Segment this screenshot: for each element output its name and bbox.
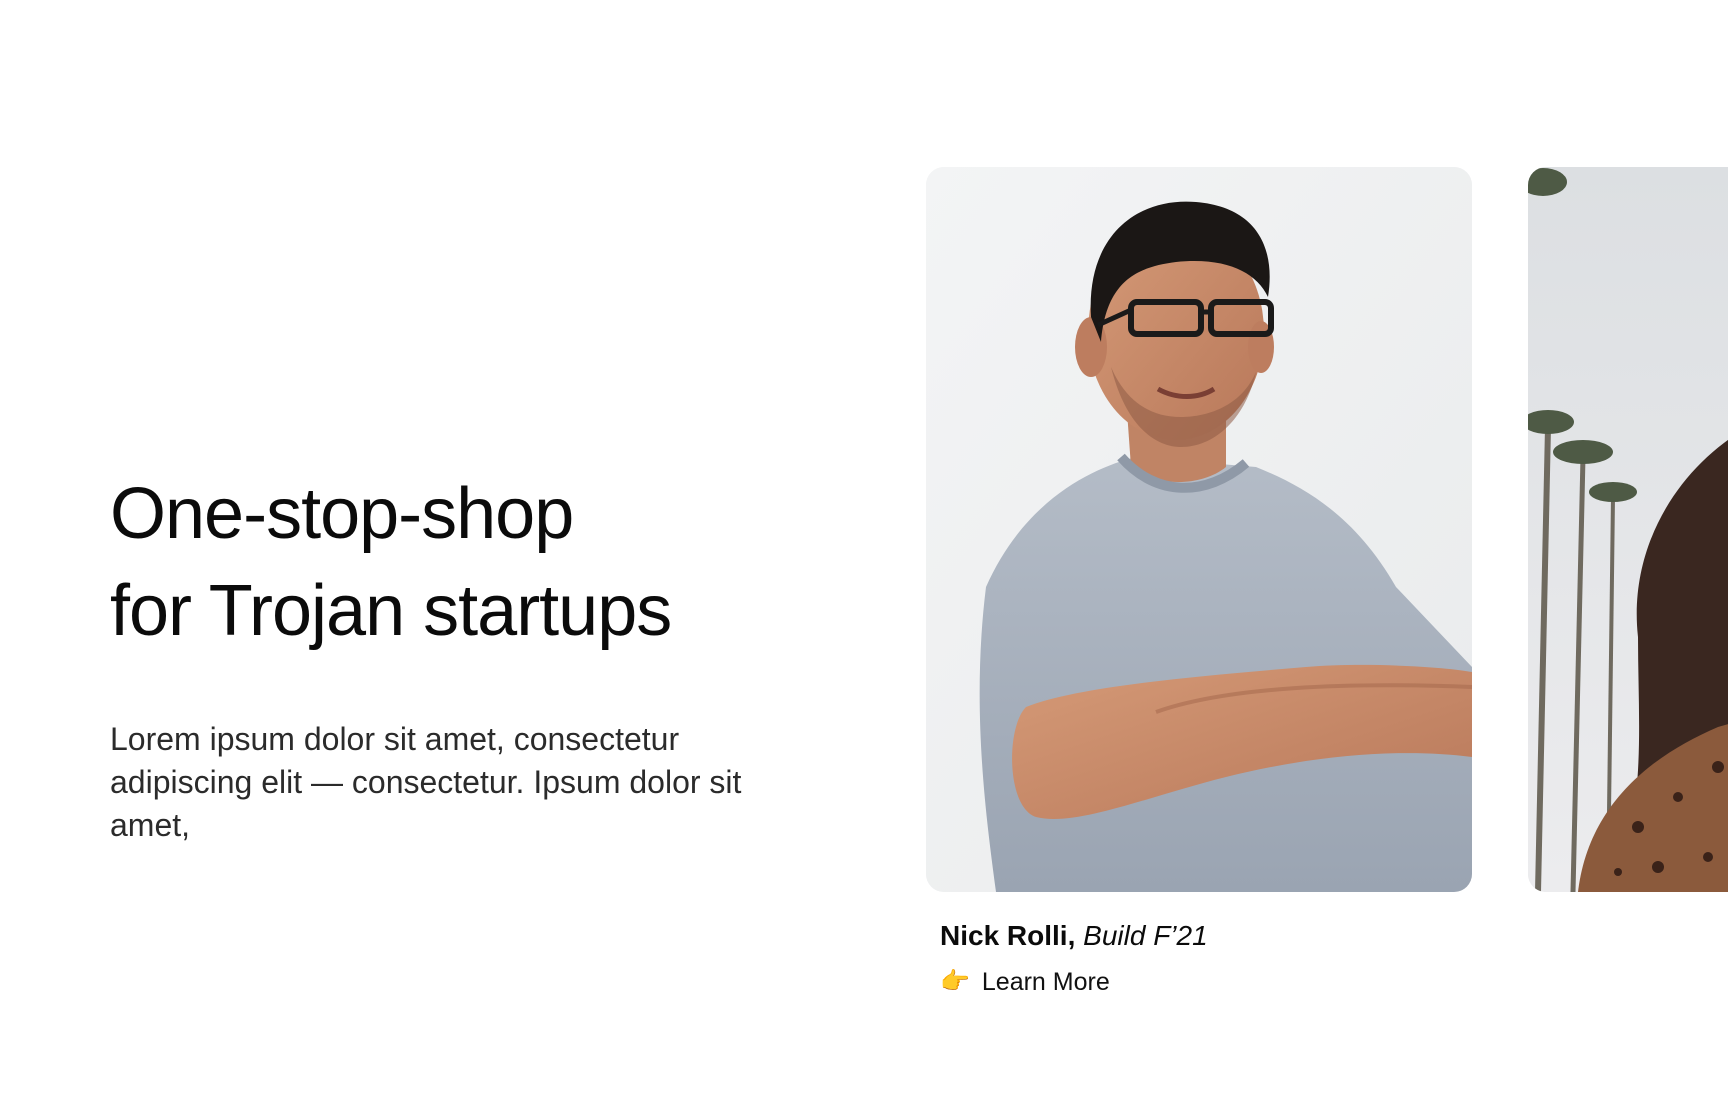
hero-title-line-1: One-stop-shop (110, 474, 574, 554)
pointing-hand-icon: 👉 (940, 968, 970, 995)
learn-more-link[interactable]: 👉 Learn More (940, 966, 1110, 998)
hero-section: One-stop-shop for Trojan startups (110, 466, 810, 660)
learn-more-label: Learn More (981, 968, 1110, 996)
founder-photo-next (1528, 167, 1728, 892)
founder-caption: Nick Rolli, Build F’21 (926, 918, 1472, 954)
founder-portrait-image-next (1528, 167, 1728, 892)
hero-title-line-2: for Trojan startups (110, 571, 672, 651)
founder-name: Nick Rolli, (940, 920, 1076, 951)
founder-cohort: Build F’21 (1083, 920, 1208, 951)
founder-card: Nick Rolli, Build F’21 👉 Learn More (926, 167, 1472, 998)
hero-title: One-stop-shop for Trojan startups (110, 466, 810, 660)
hero-description: Lorem ipsum dolor sit amet, consectetur … (110, 721, 742, 843)
founder-portrait-image (926, 167, 1472, 892)
founder-card-next (1528, 167, 1728, 892)
founder-photo (926, 167, 1472, 892)
